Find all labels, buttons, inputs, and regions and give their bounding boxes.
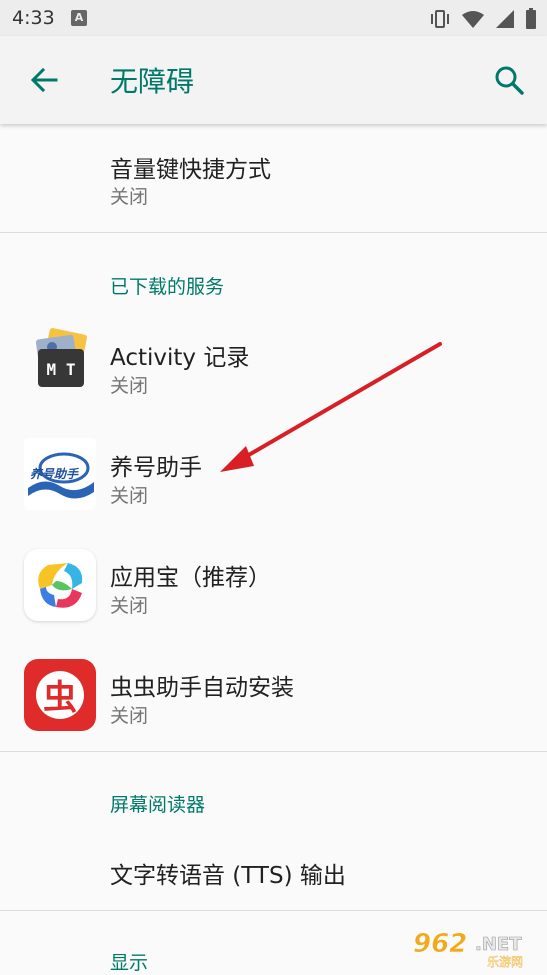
item-title: 音量键快捷方式 — [110, 157, 271, 183]
status-bar: 4:33 A — [0, 0, 547, 36]
chongchong-helper-app-icon: 虫 — [24, 659, 96, 731]
list-item-yanghao-helper[interactable]: 养号助手 养号助手 关闭 — [0, 428, 547, 538]
back-arrow-icon[interactable] — [28, 64, 60, 96]
notification-icon: A — [71, 10, 87, 26]
status-icons — [429, 8, 537, 30]
item-title: Activity 记录 — [110, 345, 250, 371]
battery-icon — [526, 8, 536, 29]
item-subtitle: 关闭 — [110, 375, 149, 397]
item-title: 应用宝（推荐） — [110, 565, 271, 591]
svg-text:乐游网: 乐游网 — [487, 955, 523, 968]
section-header-display: 显示 — [110, 952, 149, 974]
yingyongbao-app-icon — [24, 549, 96, 621]
item-title: 养号助手 — [110, 455, 202, 481]
svg-text:962: 962 — [413, 929, 467, 959]
item-subtitle: 关闭 — [110, 705, 149, 727]
icon-label: M T — [47, 360, 76, 379]
activity-record-app-icon: M T — [24, 327, 96, 399]
status-time: 4:33 — [12, 7, 55, 29]
item-subtitle: 关闭 — [110, 595, 149, 617]
watermark-logo: 962 .NET 乐游网 — [411, 926, 541, 969]
search-icon[interactable] — [493, 64, 525, 96]
item-subtitle: 关闭 — [110, 485, 149, 507]
yanghao-helper-app-icon: 养号助手 — [24, 438, 96, 510]
item-title: 虫虫助手自动安装 — [110, 675, 294, 701]
list-item-activity-record[interactable]: M T Activity 记录 关闭 — [0, 318, 547, 428]
section-header-screen-reader: 屏幕阅读器 — [110, 794, 206, 816]
svg-text:.NET: .NET — [475, 934, 522, 955]
page-title: 无障碍 — [110, 65, 195, 98]
divider — [0, 751, 547, 752]
list-item-tts-output[interactable]: 文字转语音 (TTS) 输出 — [0, 830, 547, 910]
list-item-volume-shortcut[interactable]: 音量键快捷方式 关闭 — [0, 124, 547, 232]
item-subtitle: 关闭 — [110, 186, 149, 208]
icon-label: 虫 — [43, 678, 77, 718]
list-item-yingyongbao[interactable]: 应用宝（推荐） 关闭 — [0, 538, 547, 648]
list-item-chongchong-helper[interactable]: 虫 虫虫助手自动安装 关闭 — [0, 648, 547, 751]
item-title: 文字转语音 (TTS) 输出 — [110, 863, 346, 889]
signal-icon — [496, 10, 514, 28]
wifi-icon — [462, 11, 484, 28]
divider — [0, 232, 547, 233]
app-bar: 无障碍 — [0, 36, 547, 124]
section-header-downloaded: 已下载的服务 — [110, 276, 225, 298]
vibrate-icon — [431, 10, 449, 28]
divider — [0, 910, 547, 911]
icon-label: 养号助手 — [30, 467, 79, 481]
